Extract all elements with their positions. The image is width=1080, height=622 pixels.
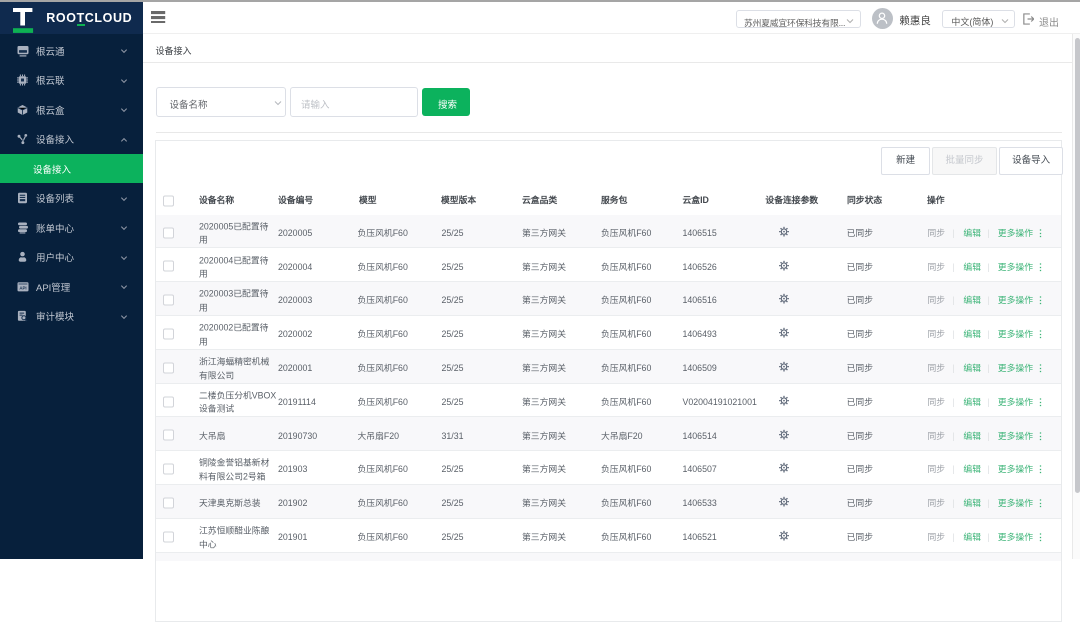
svg-text:API: API: [19, 285, 26, 290]
